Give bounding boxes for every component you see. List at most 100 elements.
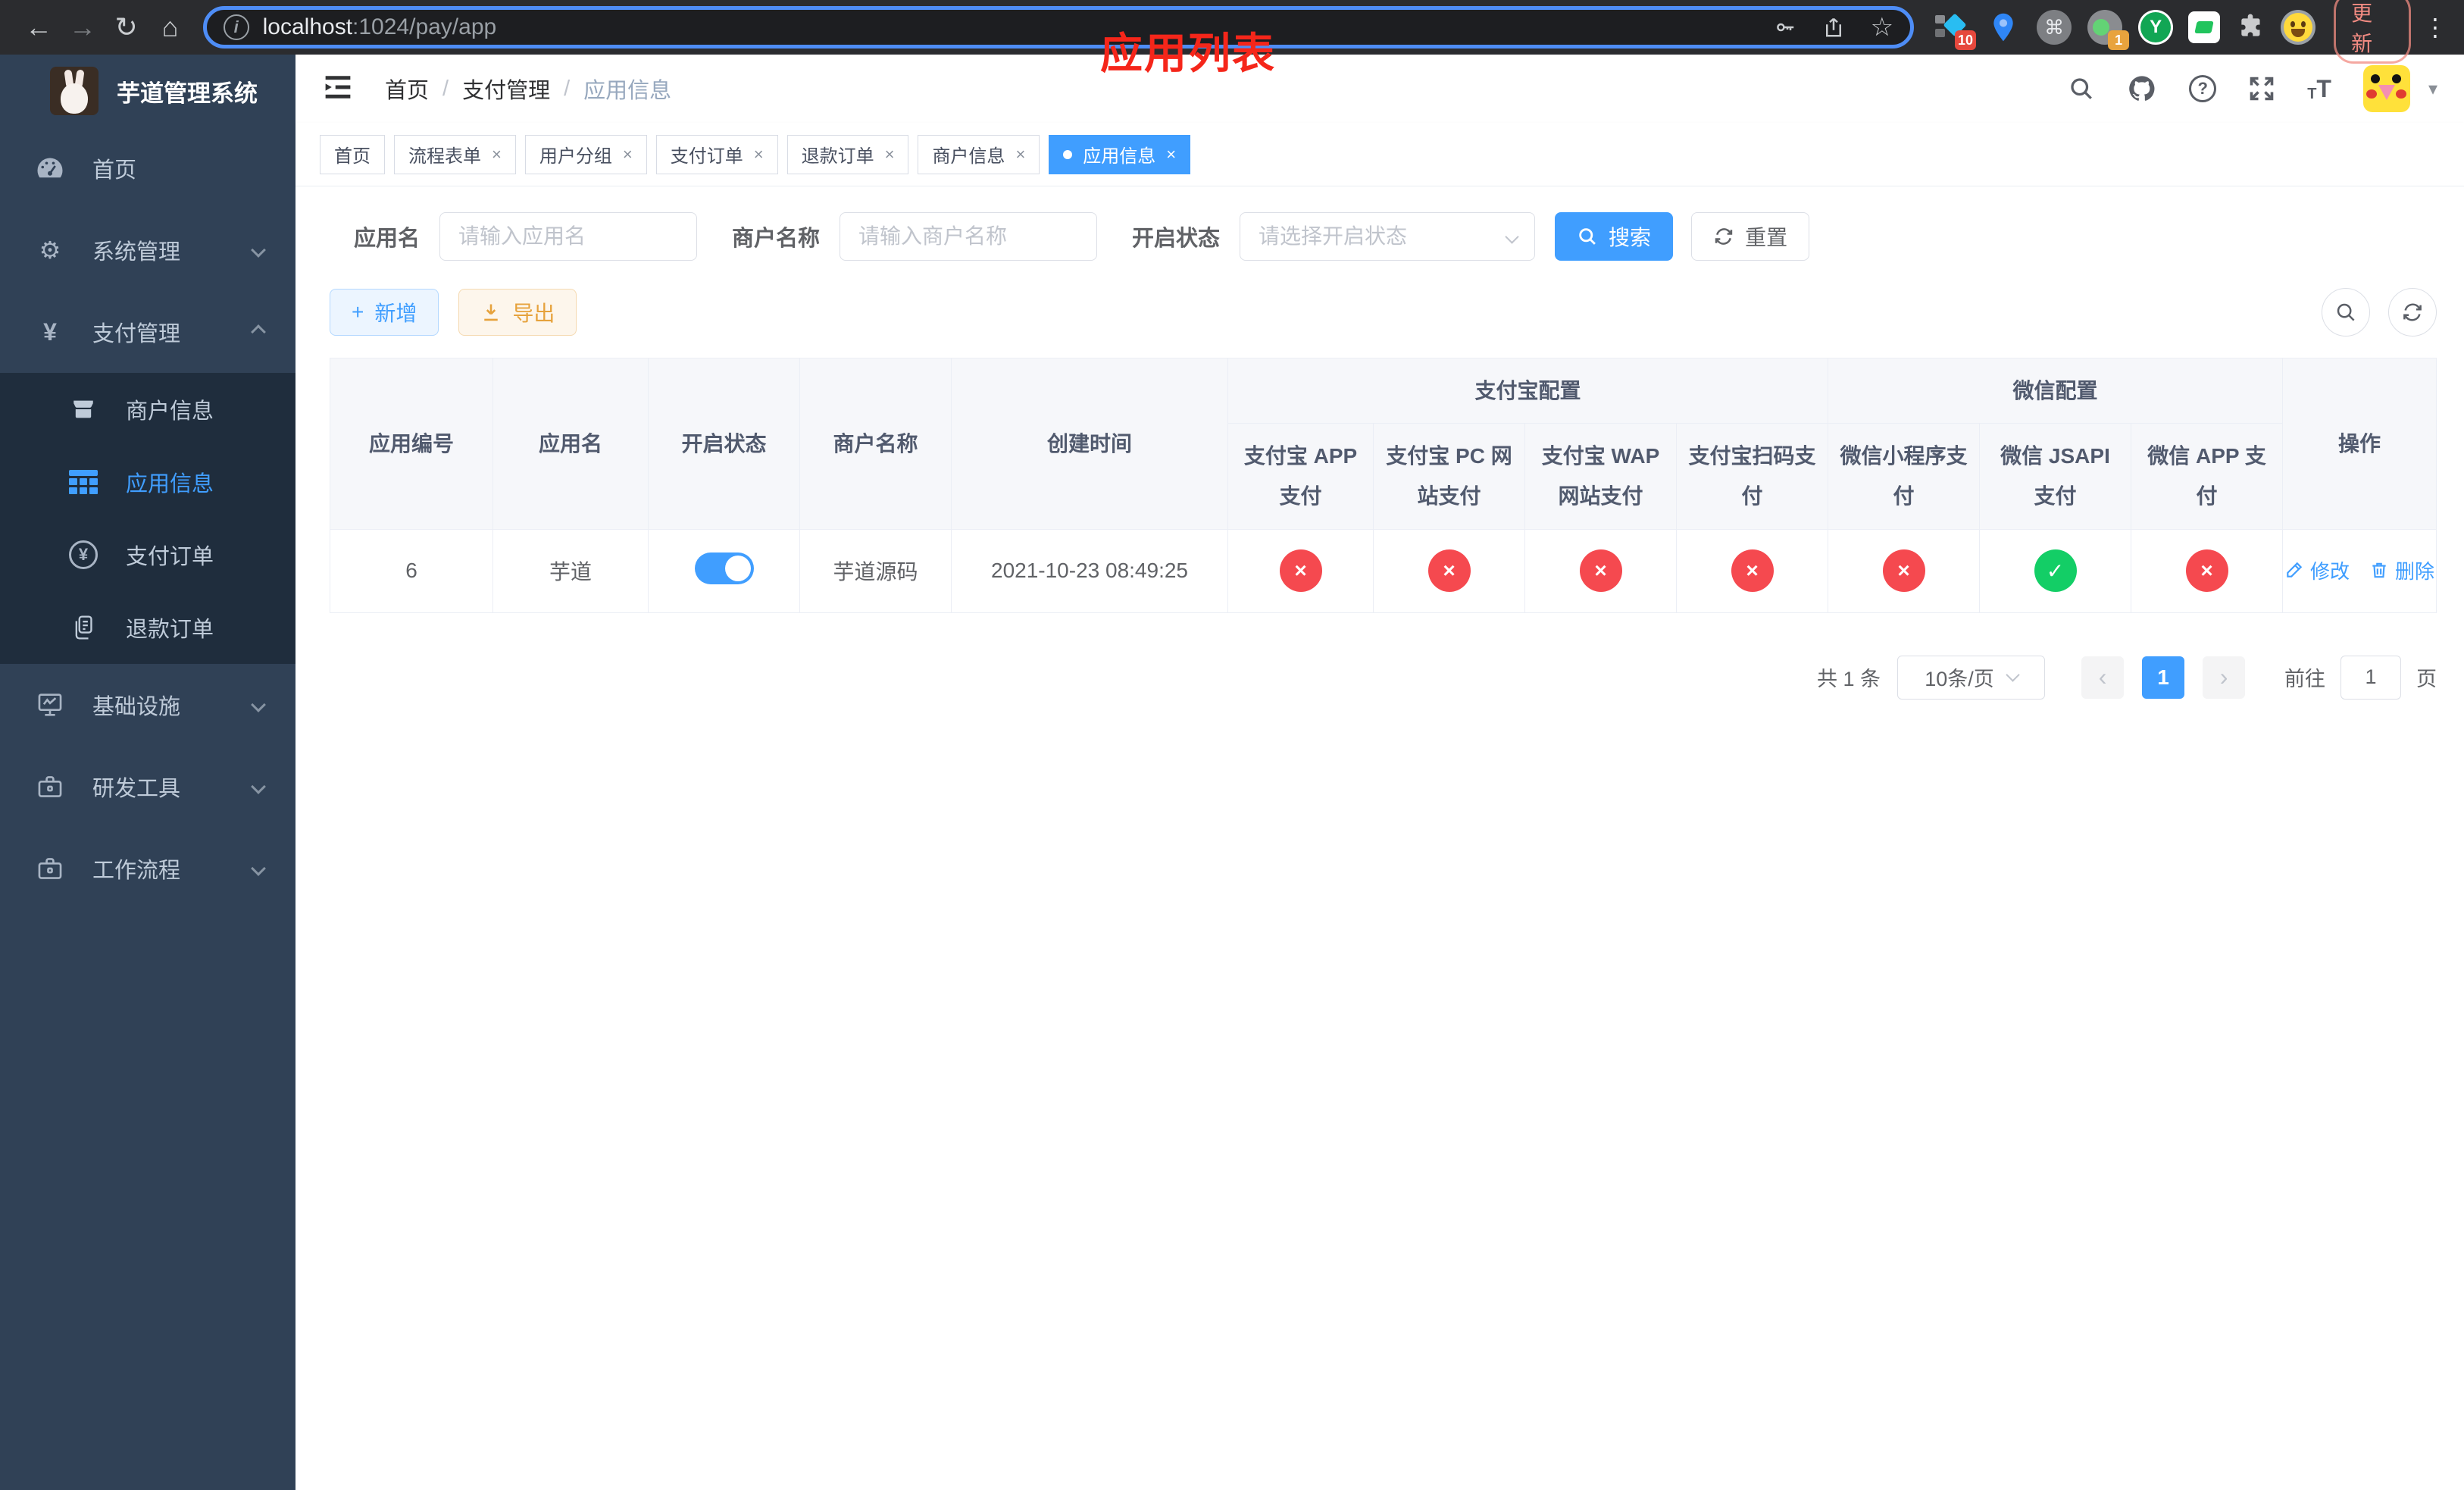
sidebar-collapse-icon[interactable] <box>323 74 353 105</box>
col-header-wx-jsapi: 微信 JSAPI 支付 <box>1979 423 2132 530</box>
cell-merchant: 芋道源码 <box>799 528 952 613</box>
search-icon[interactable] <box>2068 75 2095 102</box>
current-page-button[interactable]: 1 <box>2142 656 2185 699</box>
yen-icon: ¥ <box>43 318 57 346</box>
cell-app-id: 6 <box>330 528 493 613</box>
search-form: 应用名 商户名称 开启状态 搜索 重置 <box>354 212 2437 261</box>
user-avatar[interactable] <box>2362 65 2410 112</box>
col-header-alipay-pc: 支付宝 PC 网站支付 <box>1373 423 1525 530</box>
delete-link[interactable]: 删除 <box>2369 556 2434 584</box>
extension-y-icon[interactable]: Y <box>2138 10 2174 45</box>
browser-forward-button[interactable]: → <box>61 6 105 49</box>
status-cross-icon: × <box>1882 549 1925 593</box>
help-icon[interactable]: ? <box>2189 75 2217 102</box>
bookmark-star-icon[interactable]: ☆ <box>1871 12 1893 42</box>
tab-user-group[interactable]: 用户分组 × <box>524 134 647 174</box>
sidebar-item-system[interactable]: ⚙ 系统管理 <box>0 209 295 291</box>
status-toggle[interactable] <box>694 552 754 584</box>
tab-home[interactable]: 首页 <box>320 134 385 174</box>
dashboard-icon <box>33 157 67 180</box>
extension-recorder-icon[interactable]: 1 <box>2087 9 2130 50</box>
edit-link[interactable]: 修改 <box>2284 556 2350 584</box>
breadcrumb-home[interactable]: 首页 <box>385 73 429 105</box>
tab-refund-orders[interactable]: 退款订单 × <box>786 134 909 174</box>
sidebar-item-home[interactable]: 首页 <box>0 127 295 209</box>
prev-page-button[interactable]: ‹ <box>2081 656 2125 699</box>
yen-circle-icon: ¥ <box>67 540 100 569</box>
password-key-icon[interactable] <box>1774 16 1796 39</box>
sidebar-item-app-info[interactable]: 应用信息 <box>0 446 295 518</box>
app-name-input[interactable] <box>439 212 698 261</box>
tab-merchant-info[interactable]: 商户信息 × <box>918 134 1040 174</box>
tab-pay-orders[interactable]: 支付订单 × <box>655 134 778 174</box>
extension-diamond-icon[interactable]: 10 <box>1934 9 1977 50</box>
close-icon[interactable]: × <box>754 146 764 163</box>
close-icon[interactable]: × <box>885 146 895 163</box>
cell-alipay-app: × <box>1227 528 1374 613</box>
trash-icon <box>2372 563 2386 578</box>
page-unit-label: 页 <box>2416 668 2437 691</box>
url-text[interactable]: localhost:1024/pay/app <box>263 14 497 40</box>
goto-page-input[interactable] <box>2340 655 2402 700</box>
extension-chat-icon[interactable] <box>2188 11 2221 43</box>
close-icon[interactable]: × <box>1166 146 1176 163</box>
cell-actions: 修改 删除 <box>2282 528 2437 613</box>
cell-wx-app: × <box>2131 528 2284 613</box>
status-cross-icon: × <box>1279 549 1322 593</box>
tab-app-info-active[interactable]: 应用信息 × <box>1049 134 1191 174</box>
sidebar-item-workflow[interactable]: 工作流程 <box>0 828 295 909</box>
breadcrumb-section[interactable]: 支付管理 <box>462 73 550 105</box>
merchant-name-input[interactable] <box>840 212 1098 261</box>
browser-back-button[interactable]: ← <box>17 6 61 49</box>
sidebar-item-label: 首页 <box>92 158 137 183</box>
close-icon[interactable]: × <box>1015 146 1025 163</box>
status-select[interactable] <box>1240 212 1536 261</box>
sidebar-item-infrastructure[interactable]: 基础设施 <box>0 664 295 746</box>
export-button[interactable]: 导出 <box>458 289 577 336</box>
refresh-table-button[interactable] <box>2388 288 2437 337</box>
shop-icon <box>67 396 100 422</box>
github-icon[interactable] <box>2127 74 2157 104</box>
search-button[interactable]: 搜索 <box>1555 212 1674 261</box>
browser-reload-button[interactable]: ↻ <box>105 6 149 49</box>
sidebar-item-dev-tools[interactable]: 研发工具 <box>0 746 295 828</box>
address-bar[interactable]: i localhost:1024/pay/app ☆ <box>202 6 1915 49</box>
plus-icon: + <box>352 300 364 324</box>
reset-button[interactable]: 重置 <box>1691 212 1810 261</box>
site-info-icon[interactable]: i <box>223 14 249 40</box>
briefcase-icon <box>33 856 67 881</box>
close-icon[interactable]: × <box>623 146 633 163</box>
fullscreen-icon[interactable] <box>2248 75 2275 102</box>
next-page-button[interactable]: › <box>2203 656 2246 699</box>
sidebar-item-merchant-info[interactable]: 商户信息 <box>0 373 295 446</box>
col-header-status: 开启状态 <box>648 358 800 530</box>
chevron-down-icon <box>251 861 266 876</box>
font-size-icon[interactable]: TT <box>2307 75 2331 103</box>
browser-home-button[interactable]: ⌂ <box>149 6 192 49</box>
col-header-app-id: 应用编号 <box>330 358 493 530</box>
extension-command-icon[interactable]: ⌘ <box>2037 10 2072 45</box>
sidebar-item-label: 支付管理 <box>92 322 181 346</box>
sidebar-logo[interactable]: 芋道管理系统 <box>0 55 295 127</box>
sidebar-item-payment[interactable]: ¥ 支付管理 <box>0 291 295 373</box>
browser-menu-icon[interactable]: ⋮ <box>2423 13 2447 42</box>
extensions-puzzle-icon[interactable] <box>2235 12 2265 42</box>
page-size-select[interactable]: 10条/页 <box>1897 655 2046 700</box>
sidebar-item-pay-orders[interactable]: ¥ 支付订单 <box>0 518 295 591</box>
status-select-input[interactable] <box>1240 212 1536 261</box>
download-icon <box>484 304 499 321</box>
sidebar-item-label: 退款订单 <box>126 618 214 642</box>
browser-update-button[interactable]: 更新 <box>2334 0 2411 64</box>
sidebar-item-label: 商户信息 <box>126 399 214 424</box>
tab-process-form[interactable]: 流程表单 × <box>394 134 516 174</box>
refresh-icon <box>2403 303 2422 321</box>
col-header-alipay-wap: 支付宝 WAP 网站支付 <box>1524 423 1677 530</box>
sidebar-item-refund-orders[interactable]: 退款订单 <box>0 591 295 664</box>
share-icon[interactable] <box>1822 16 1845 39</box>
toggle-search-button[interactable] <box>2322 288 2371 337</box>
avatar-caret-icon[interactable]: ▾ <box>2428 78 2437 100</box>
extension-pin-icon[interactable] <box>1985 9 2022 45</box>
profile-avatar[interactable] <box>2281 10 2316 45</box>
add-button[interactable]: + 新增 <box>330 289 439 336</box>
close-icon[interactable]: × <box>492 146 502 163</box>
